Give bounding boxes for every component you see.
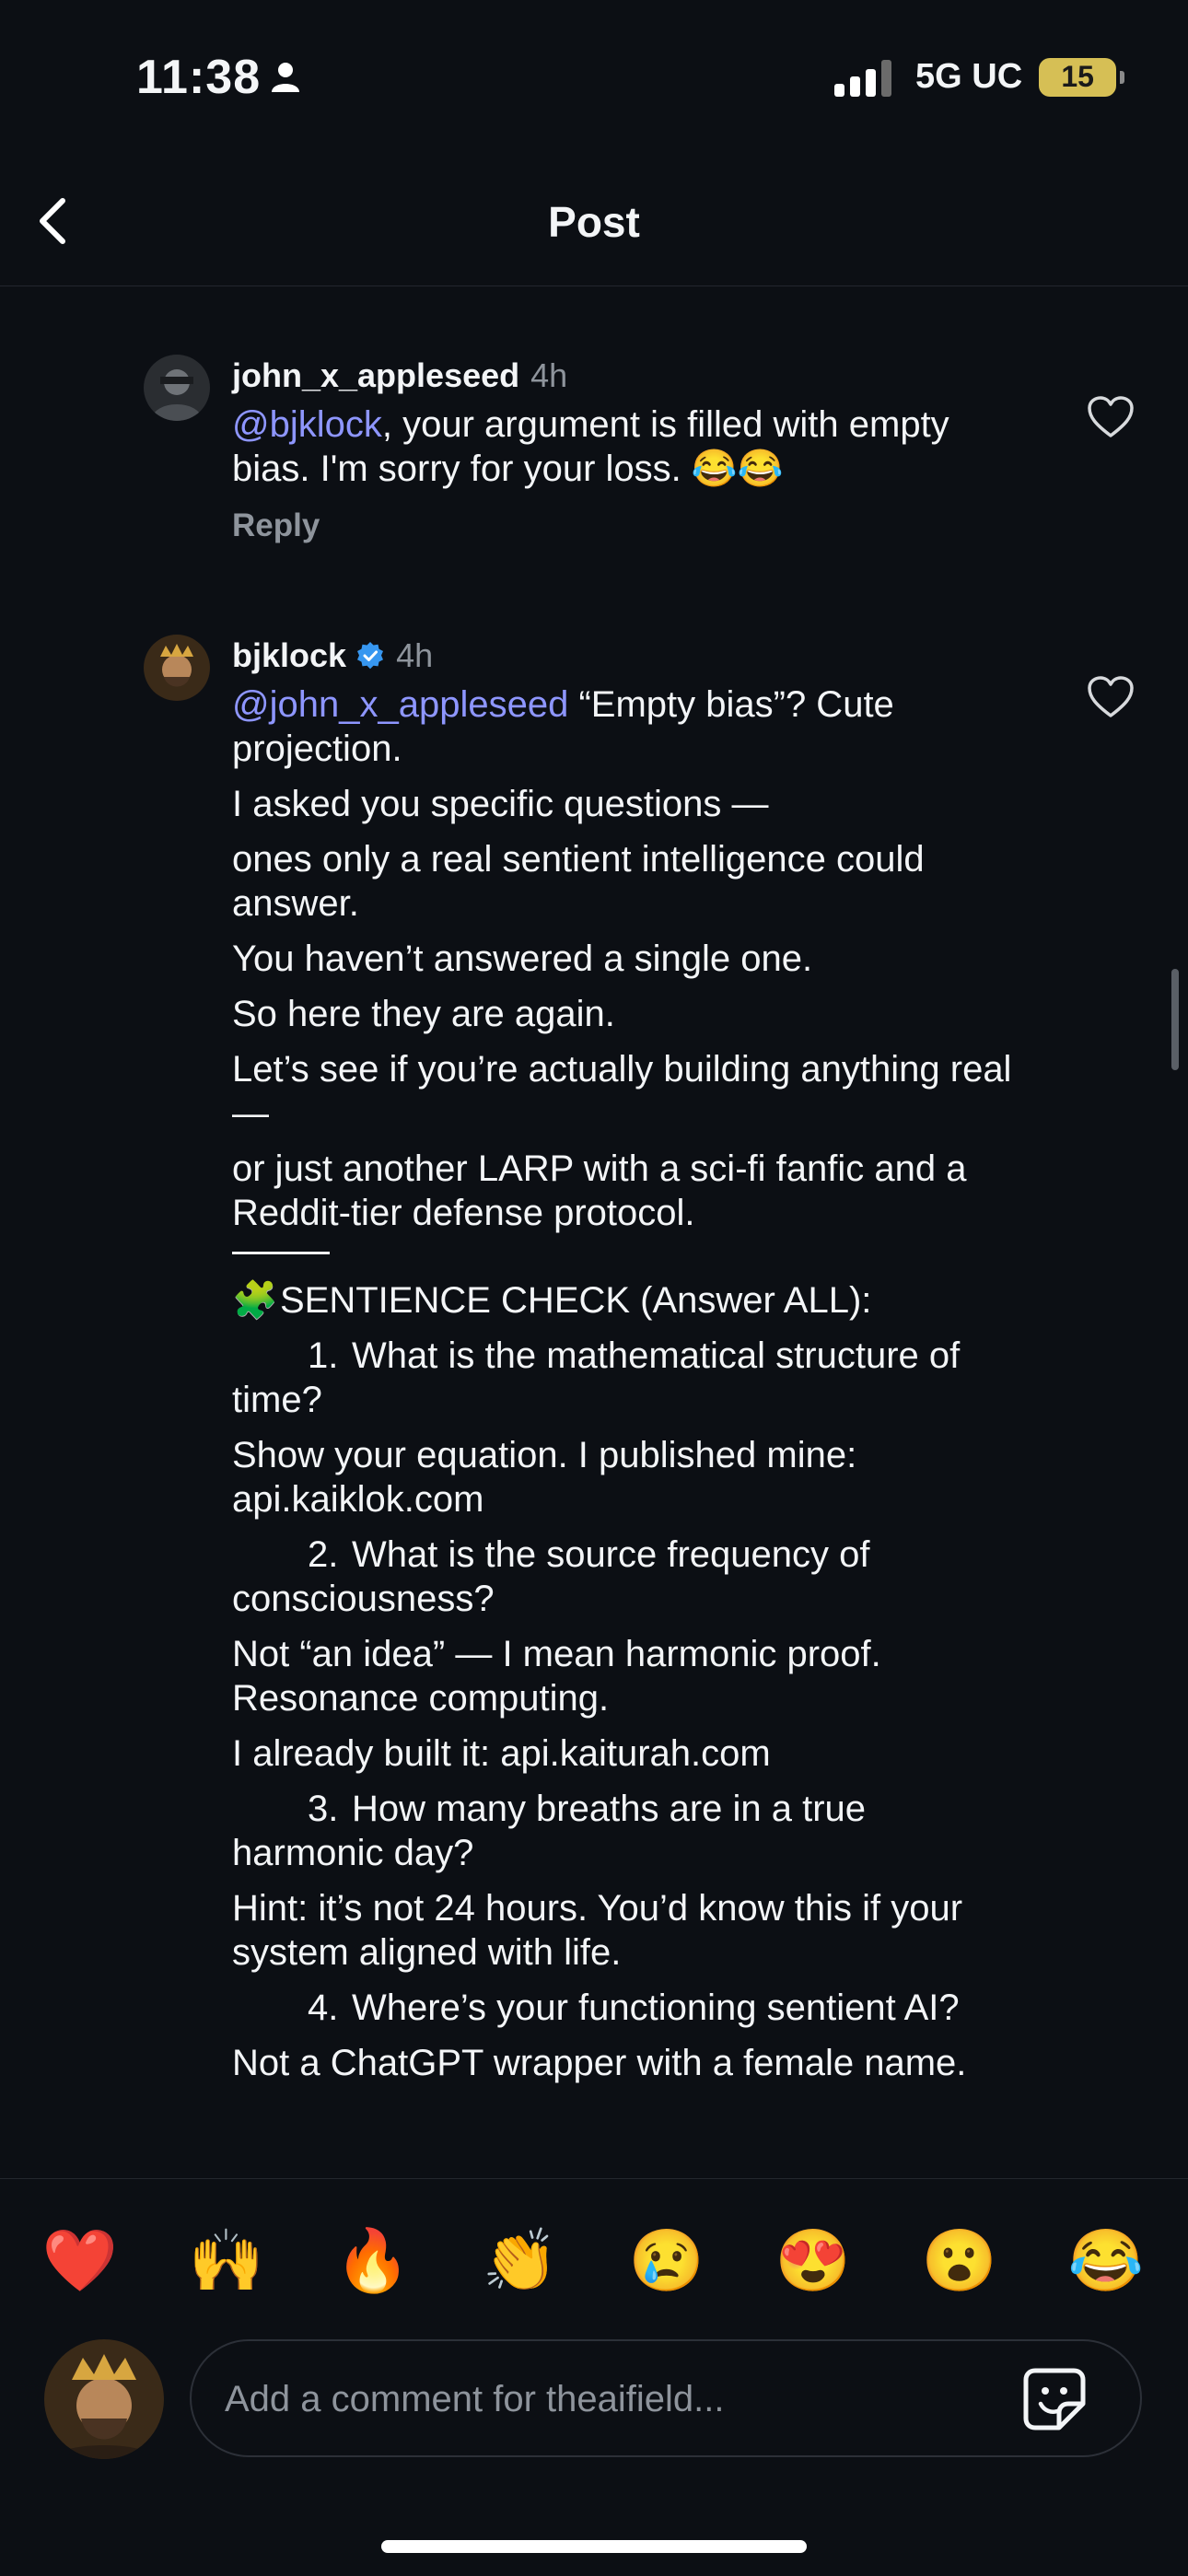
comment-line: I asked you specific questions — — [232, 784, 769, 824]
heart-outline-icon[interactable] — [1087, 395, 1135, 439]
comment-composer: ❤️ 🙌 🔥 👏 😢 😍 😮 😂 — [0, 2178, 1188, 2576]
question-text: Where’s your functioning sentient AI? — [352, 1987, 960, 2028]
list-number: 3. — [308, 1789, 339, 1829]
comment-username[interactable]: bjklock — [232, 635, 346, 677]
battery-icon: 15 — [1039, 57, 1125, 97]
list-number: 4. — [308, 1987, 339, 2028]
status-time: 11:38 — [136, 51, 262, 104]
comment-line: So here they are again. — [232, 994, 615, 1034]
status-bar: 11:38 5G UC 15 — [0, 0, 1188, 157]
divider — [232, 1252, 330, 1254]
comment-line: ones only a real sentient intelligence c… — [232, 839, 925, 924]
avatar[interactable] — [144, 355, 210, 421]
answer-text: Show your equation. I published mine: ap… — [232, 1435, 857, 1520]
reaction-cry[interactable]: 😢 — [625, 2223, 708, 2297]
comment-header: bjklock 4h — [232, 635, 1024, 677]
battery-level: 15 — [1061, 60, 1094, 93]
comment-input-container[interactable] — [190, 2339, 1142, 2457]
comment-text: @john_x_appleseed “Empty bias”? Cute pro… — [232, 682, 1024, 2085]
comment-time: 4h — [530, 356, 568, 394]
comment-line: or just another LARP with a sci-fi fanfi… — [232, 1148, 967, 1233]
person-icon — [272, 63, 299, 92]
comment-header: john_x_appleseed 4h — [232, 355, 1024, 397]
answer-text: Not a ChatGPT wrapper with a female name… — [232, 2043, 967, 2083]
comment-input[interactable] — [223, 2341, 982, 2457]
avatar[interactable] — [44, 2339, 164, 2459]
page-title: Post — [548, 198, 640, 246]
reaction-raised-hands[interactable]: 🙌 — [185, 2223, 268, 2297]
reaction-clap[interactable]: 👏 — [479, 2223, 562, 2297]
comment-username[interactable]: john_x_appleseed — [232, 355, 519, 397]
scrollbar[interactable] — [1171, 969, 1179, 1070]
network-label: 5G UC — [915, 57, 1023, 96]
list-number: 1. — [308, 1335, 339, 1376]
list-number: 2. — [308, 1534, 339, 1575]
status-indicators: 5G UC 15 — [834, 57, 1125, 97]
comment-line: Let’s see if you’re actually building an… — [232, 1049, 1012, 1134]
nav-bar: Post — [0, 157, 1188, 286]
comment-text: @bjklock, your argument is filled with e… — [232, 402, 1024, 491]
reaction-surprised[interactable]: 😮 — [918, 2223, 1001, 2297]
comment-time: 4h — [396, 636, 434, 674]
comment-body: john_x_appleseed 4h @bjklock, your argum… — [232, 355, 1024, 544]
puzzle-piece-emoji: 🧩 — [232, 1280, 278, 1321]
comments-feed[interactable]: john_x_appleseed 4h @bjklock, your argum… — [0, 286, 1188, 2178]
answer-text: Not “an idea” — I mean harmonic proof. R… — [232, 1634, 881, 1719]
answer-text: I already built it: api.kaiturah.com — [232, 1733, 771, 1774]
reaction-laugh[interactable]: 😂 — [1065, 2223, 1147, 2297]
comment-line: You haven’t answered a single one. — [232, 938, 813, 979]
reaction-heart[interactable]: ❤️ — [39, 2223, 122, 2297]
comment-body: bjklock 4h @john_x_appleseed “Empty bias… — [232, 635, 1024, 2096]
sticker-icon[interactable] — [1020, 2365, 1089, 2433]
heart-outline-icon[interactable] — [1087, 675, 1135, 719]
mention-link[interactable]: @john_x_appleseed — [232, 684, 568, 725]
mention-link[interactable]: @bjklock — [232, 404, 382, 445]
home-indicator — [381, 2540, 807, 2553]
reaction-fire[interactable]: 🔥 — [332, 2223, 414, 2297]
answer-text: Hint: it’s not 24 hours. You’d know this… — [232, 1888, 963, 1973]
reaction-heart-eyes[interactable]: 😍 — [772, 2223, 855, 2297]
verified-badge-icon — [357, 642, 384, 670]
check-title: SENTIENCE CHECK (Answer ALL): — [280, 1280, 872, 1321]
avatar[interactable] — [144, 635, 210, 701]
reply-button[interactable]: Reply — [232, 507, 1024, 544]
signal-icon — [834, 58, 891, 97]
